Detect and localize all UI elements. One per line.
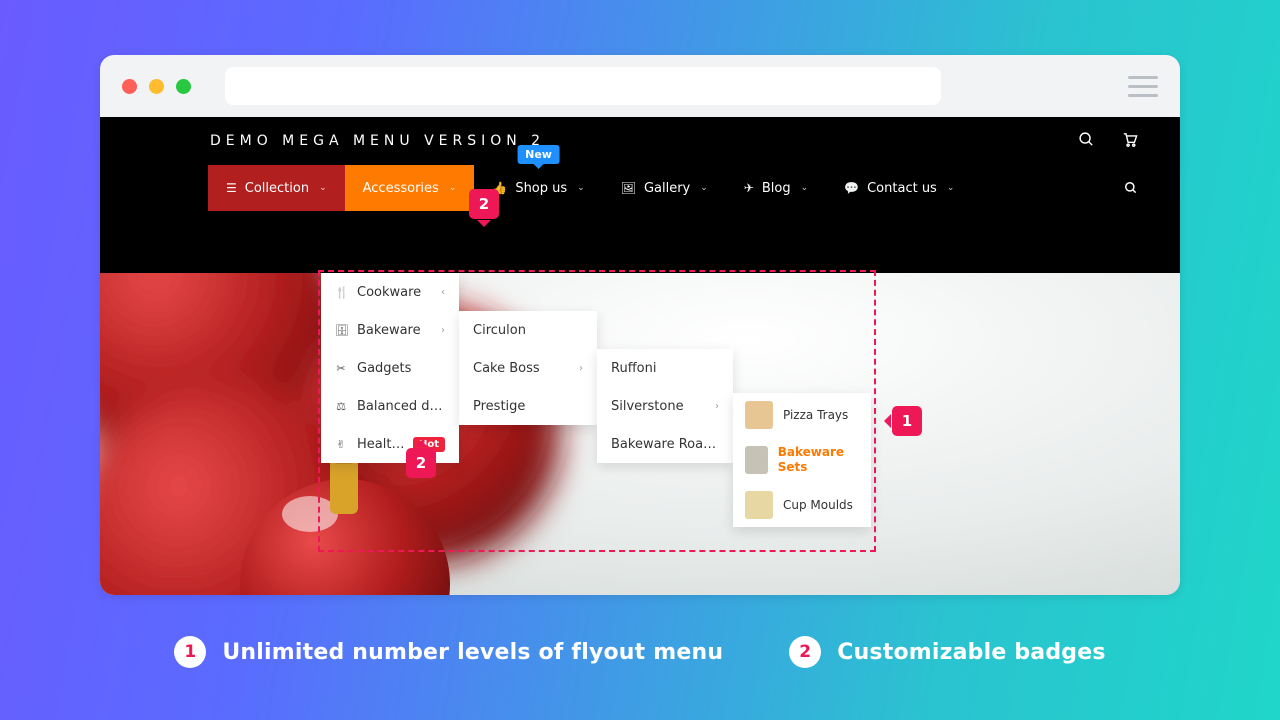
menu-item[interactable]: ⚖ Balanced diet — [321, 387, 459, 425]
minimize-dot[interactable] — [149, 79, 164, 94]
flyout-level-4: Pizza Trays Bakeware Sets Cup Moulds — [733, 393, 871, 527]
nav-accessories[interactable]: Accessories ⌄ — [345, 165, 475, 211]
menu-item-label: Bakeware Roasters — [611, 437, 719, 452]
nav-label: Shop us — [515, 181, 567, 196]
annotation-marker-2: 2 — [469, 189, 499, 219]
menu-item-label: Ruffoni — [611, 361, 719, 376]
legend-text: Unlimited number levels of flyout menu — [222, 640, 723, 665]
address-bar[interactable] — [225, 67, 941, 105]
badge-new: New — [517, 145, 560, 164]
menu-item[interactable]: ✌Healthy eatingHot — [321, 425, 459, 463]
plane-icon: ✈ — [744, 181, 754, 195]
chevron-icon: ‹ — [441, 287, 445, 298]
product-menu-item[interactable]: Cup Moulds — [733, 483, 871, 527]
menu-item[interactable]: Bakeware Roasters — [597, 425, 733, 463]
menu-item-label: Cake Boss — [473, 361, 569, 376]
legend-number: 2 — [789, 636, 821, 668]
chevron-down-icon: ⌄ — [801, 183, 809, 193]
menu-item[interactable]: 🍴 Cookware ‹ — [321, 273, 459, 311]
chevron-down-icon: ⌄ — [700, 183, 708, 193]
nav-contact[interactable]: 💬 Contact us ⌄ — [826, 165, 972, 211]
legend: 1 Unlimited number levels of flyout menu… — [0, 636, 1280, 668]
chevron-down-icon: ⌄ — [577, 183, 585, 193]
chevron-down-icon: ⌄ — [319, 183, 327, 193]
chat-icon: 💬 — [844, 181, 859, 195]
legend-item: 2 Customizable badges — [789, 636, 1105, 668]
annotation-marker-2: 2 — [406, 448, 436, 478]
menu-item[interactable]: Cake Boss › — [459, 349, 597, 387]
menu-item-label: Cookware — [357, 285, 431, 300]
menu-item-label: Balanced diet — [357, 399, 445, 414]
nav-label: Accessories — [363, 181, 439, 196]
main-nav: ☰ Collection ⌄ Accessories ⌄ New 👍 Shop … — [100, 165, 1180, 211]
nav-label: Collection — [245, 181, 309, 196]
site: DEMO MEGA MENU VERSION 2 ☰ Collection ⌄ … — [100, 117, 1180, 595]
image-icon: 🖼 — [621, 181, 636, 195]
list-icon: ☰ — [226, 181, 237, 195]
menu-item-label: Bakeware — [357, 323, 431, 338]
menu-item-label: Gadgets — [357, 361, 445, 376]
product-label: Bakeware Sets — [778, 445, 859, 475]
menu-item[interactable]: Silverstone › — [597, 387, 733, 425]
flyout-level-3: Ruffoni Silverstone › Bakeware Roasters — [597, 349, 733, 463]
menu-item-label: Healthy eating — [357, 437, 405, 452]
flyout-level-2: Circulon Cake Boss › Prestige — [459, 311, 597, 425]
menu-item[interactable]: Ruffoni — [597, 349, 733, 387]
browser-chrome — [100, 55, 1180, 117]
menu-item-label: Silverstone — [611, 399, 705, 414]
cart-icon[interactable] — [1121, 131, 1138, 152]
menu-item[interactable]: Prestige — [459, 387, 597, 425]
close-dot[interactable] — [122, 79, 137, 94]
chevron-icon: › — [441, 325, 445, 336]
menu-item[interactable]: ✂ Gadgets — [321, 349, 459, 387]
nav-label: Blog — [762, 181, 791, 196]
legend-item: 1 Unlimited number levels of flyout menu — [174, 636, 723, 668]
search-icon[interactable] — [1078, 131, 1095, 152]
browser-window: DEMO MEGA MENU VERSION 2 ☰ Collection ⌄ … — [100, 55, 1180, 595]
menu-item-icon: 🍴 — [335, 286, 347, 299]
topbar: DEMO MEGA MENU VERSION 2 — [100, 117, 1180, 165]
menu-item[interactable]: Circulon — [459, 311, 597, 349]
nav-collection[interactable]: ☰ Collection ⌄ — [208, 165, 345, 211]
annotation-marker-1: 1 — [892, 406, 922, 436]
menu-item-icon: 🗄 — [335, 324, 347, 337]
site-title: DEMO MEGA MENU VERSION 2 — [210, 133, 545, 149]
menu-item[interactable]: 🗄 Bakeware › — [321, 311, 459, 349]
nav-search-icon[interactable] — [1124, 165, 1138, 211]
chevron-icon: › — [715, 401, 719, 412]
chevron-down-icon: ⌄ — [947, 183, 955, 193]
menu-item-icon: ✂ — [335, 362, 347, 375]
zoom-dot[interactable] — [176, 79, 191, 94]
product-thumb — [745, 446, 768, 474]
nav-blog[interactable]: ✈ Blog ⌄ — [726, 165, 826, 211]
menu-item-icon: ⚖ — [335, 400, 347, 413]
product-menu-item[interactable]: Pizza Trays — [733, 393, 871, 437]
menu-item-icon: ✌ — [335, 438, 347, 451]
product-label: Pizza Trays — [783, 408, 848, 423]
chevron-icon: › — [579, 363, 583, 374]
nav-label: Contact us — [867, 181, 937, 196]
menu-item-label: Prestige — [473, 399, 583, 414]
hamburger-icon[interactable] — [1128, 76, 1158, 97]
menu-item-label: Circulon — [473, 323, 583, 338]
product-thumb — [745, 491, 773, 519]
product-thumb — [745, 401, 773, 429]
traffic-lights — [122, 79, 191, 94]
nav-gallery[interactable]: 🖼 Gallery ⌄ — [603, 165, 726, 211]
legend-number: 1 — [174, 636, 206, 668]
legend-text: Customizable badges — [837, 640, 1105, 665]
flyout-level-1: 🍴 Cookware ‹ 🗄 Bakeware › ✂ Gadgets ⚖ Balanced di… — [321, 273, 459, 463]
product-menu-item[interactable]: Bakeware Sets — [733, 437, 871, 483]
nav-label: Gallery — [644, 181, 690, 196]
chevron-down-icon: ⌄ — [449, 183, 457, 193]
product-label: Cup Moulds — [783, 498, 853, 513]
